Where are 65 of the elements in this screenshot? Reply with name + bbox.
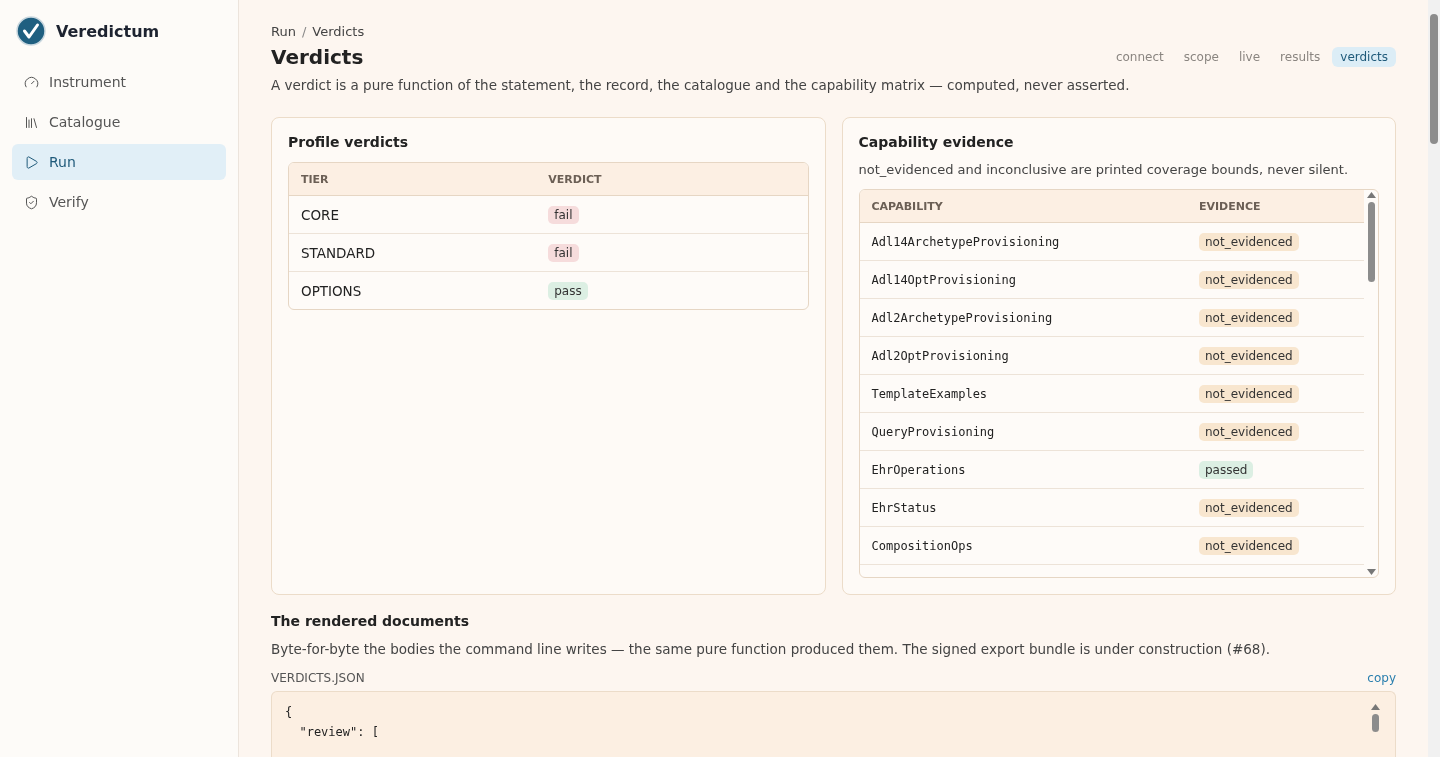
- capability-cell-text: EhrStatus: [871, 500, 938, 515]
- code-text: { "review": [: [285, 704, 380, 741]
- capability-cell-text: QueryProvisioning: [871, 424, 996, 439]
- verdict-badge: pass: [548, 281, 588, 300]
- tier-cell-text: OPTIONS: [301, 282, 363, 299]
- evidence-badge: not_evidenced: [1199, 536, 1299, 555]
- section-description: Byte-for-byte the bodies the command line writes — the same pure function produced them. The signed export bundle is under construction (#68).: [271, 641, 1271, 657]
- sidebar-item[interactable]: Catalogue: [12, 104, 226, 140]
- scroll-up-icon[interactable]: [1366, 192, 1376, 198]
- breadcrumb-item: Verdicts: [312, 24, 365, 39]
- card-title: Profile verdicts: [288, 134, 409, 150]
- shield-check-icon: [24, 194, 39, 210]
- evidence-badge: not_evidenced: [1199, 422, 1299, 441]
- step-tab[interactable]: connect: [1107, 47, 1172, 67]
- scrollbar-thumb[interactable]: [1430, 14, 1438, 144]
- logo-icon: [16, 16, 46, 46]
- step-tab[interactable]: results: [1272, 47, 1329, 67]
- sidebar-item[interactable]: Instrument: [12, 64, 226, 100]
- page-title: Verdicts: [271, 45, 364, 69]
- breadcrumb-item[interactable]: Run: [271, 24, 296, 39]
- capability-cell-text: CompositionOps: [871, 538, 974, 553]
- scroll-up-icon[interactable]: [1370, 704, 1380, 710]
- capability-cell-text: Adl14ArchetypeProvisioning: [871, 234, 1061, 249]
- capability-cell-text: Adl2ArchetypeProvisioning: [871, 310, 1054, 325]
- sidebar-item[interactable]: Verify: [12, 184, 226, 220]
- verdict-badge: fail: [548, 205, 579, 224]
- capability-cell-text: EhrOperations: [871, 462, 967, 477]
- column-header: VERDICT: [548, 172, 603, 186]
- card-note: not_evidenced and inconclusive are printed coverage bounds, never silent.: [858, 162, 1349, 177]
- evidence-badge: not_evidenced: [1199, 308, 1299, 327]
- tier-cell-text: CORE: [301, 206, 340, 223]
- sidebar-item[interactable]: Run: [12, 144, 226, 180]
- scrollbar-thumb[interactable]: [1371, 714, 1379, 732]
- capability-cell-text: Adl2OptProvisioning: [871, 348, 1010, 363]
- app-name: Veredictum: [56, 21, 160, 41]
- evidence-badge: not_evidenced: [1199, 232, 1299, 251]
- column-header: TIER: [301, 172, 330, 186]
- step-tab[interactable]: verdicts: [1332, 47, 1396, 67]
- capability-cell-text: TemplateExamples: [871, 386, 989, 401]
- tier-cell-text: STANDARD: [301, 244, 377, 261]
- column-header: EVIDENCE: [1199, 199, 1262, 213]
- evidence-badge: not_evidenced: [1199, 498, 1299, 517]
- verdict-badge: fail: [548, 243, 579, 262]
- step-tab[interactable]: live: [1230, 47, 1269, 67]
- section-title: The rendered documents: [271, 613, 471, 629]
- books-icon: [24, 114, 39, 130]
- card-title: Capability evidence: [858, 134, 1015, 150]
- copy-link[interactable]: copy: [1367, 671, 1396, 685]
- evidence-badge: not_evidenced: [1199, 346, 1299, 365]
- scrollbar[interactable]: [1364, 190, 1378, 577]
- scrollbar[interactable]: [1368, 702, 1382, 734]
- page-scrollbar[interactable]: [1428, 0, 1440, 757]
- evidence-badge: not_evidenced: [1199, 270, 1299, 289]
- evidence-badge: passed: [1199, 460, 1254, 479]
- capability-cell-text: Adl14OptProvisioning: [871, 272, 1017, 287]
- scrollbar-thumb[interactable]: [1367, 202, 1375, 282]
- step-tab[interactable]: scope: [1175, 47, 1227, 67]
- play-icon: [24, 154, 39, 170]
- file-name: VERDICTS.JSON: [271, 671, 365, 685]
- breadcrumb-separator: /: [301, 24, 307, 39]
- column-header: CAPABILITY: [871, 199, 944, 213]
- gauge-icon: [24, 74, 39, 90]
- evidence-badge: not_evidenced: [1199, 384, 1299, 403]
- scroll-down-icon[interactable]: [1366, 569, 1376, 575]
- page-description: A verdict is a pure function of the statement, the record, the catalogue and the capability matrix — computed, never asserted.: [271, 77, 1131, 93]
